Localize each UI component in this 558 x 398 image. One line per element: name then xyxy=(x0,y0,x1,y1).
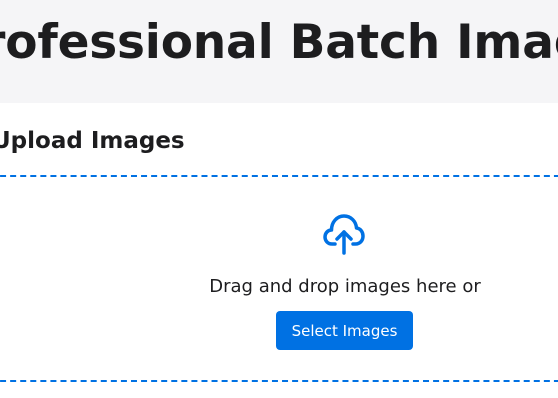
cloud-upload-icon xyxy=(323,214,365,255)
page-title: Professional Batch Image Converter xyxy=(0,15,558,70)
select-images-button[interactable]: Select Images xyxy=(276,311,413,350)
page-header: Professional Batch Image Converter xyxy=(0,0,558,103)
drop-instructions: Drag and drop images here or xyxy=(209,276,481,297)
upload-section-title: Upload Images xyxy=(0,128,185,154)
